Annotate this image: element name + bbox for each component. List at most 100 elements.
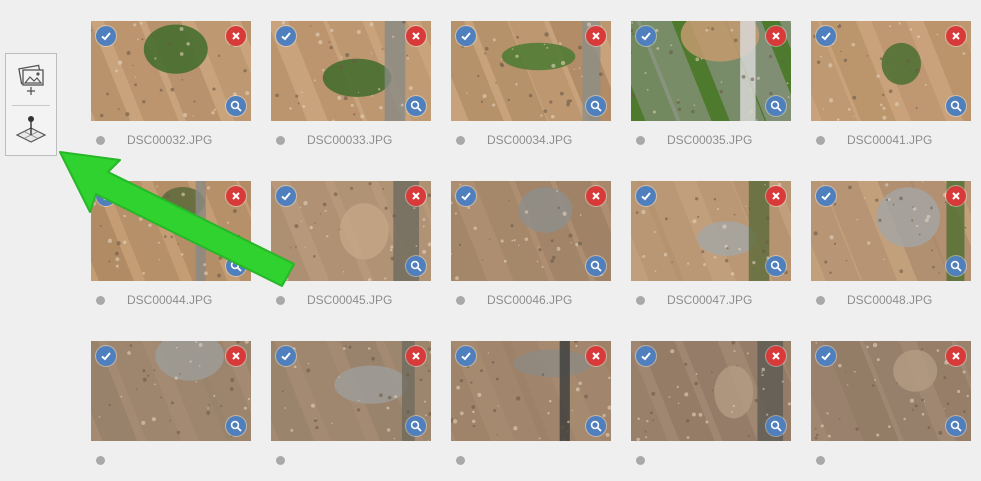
zoom-magnifier-icon[interactable]	[226, 416, 246, 436]
selected-check-icon[interactable]	[456, 346, 476, 366]
add-images-icon	[18, 64, 44, 95]
image-tile[interactable]: DSC00046.JPG	[451, 181, 611, 321]
zoom-magnifier-icon[interactable]	[946, 96, 966, 116]
image-tile[interactable]	[451, 341, 611, 481]
zoom-magnifier-icon[interactable]	[406, 416, 426, 436]
image-thumbnail[interactable]	[271, 181, 431, 281]
zoom-magnifier-icon[interactable]	[586, 256, 606, 276]
selected-check-icon[interactable]	[816, 26, 836, 46]
status-dot	[816, 456, 825, 465]
add-images-button[interactable]	[8, 56, 54, 102]
remove-image-icon[interactable]	[946, 26, 966, 46]
zoom-magnifier-icon[interactable]	[766, 256, 786, 276]
zoom-magnifier-icon[interactable]	[586, 416, 606, 436]
image-thumbnail[interactable]	[451, 21, 611, 121]
remove-image-icon[interactable]	[586, 26, 606, 46]
status-dot	[96, 136, 105, 145]
image-caption	[91, 441, 251, 481]
status-dot	[636, 296, 645, 305]
status-dot	[456, 456, 465, 465]
selected-check-icon[interactable]	[816, 186, 836, 206]
image-tile[interactable]	[91, 341, 251, 481]
image-tile[interactable]: DSC00044.JPG	[91, 181, 251, 321]
image-tile[interactable]: DSC00047.JPG	[631, 181, 791, 321]
zoom-magnifier-icon[interactable]	[766, 96, 786, 116]
selected-check-icon[interactable]	[96, 26, 116, 46]
image-thumbnail[interactable]	[91, 21, 251, 121]
image-filename: DSC00033.JPG	[307, 133, 393, 147]
selected-check-icon[interactable]	[456, 26, 476, 46]
remove-image-icon[interactable]	[226, 186, 246, 206]
image-caption: DSC00033.JPG	[271, 121, 431, 161]
image-thumbnail[interactable]	[91, 341, 251, 441]
selected-check-icon[interactable]	[636, 346, 656, 366]
image-filename: DSC00044.JPG	[127, 293, 213, 307]
status-dot	[276, 296, 285, 305]
image-thumbnail[interactable]	[271, 21, 431, 121]
image-thumbnail[interactable]	[271, 341, 431, 441]
image-tile[interactable]: DSC00045.JPG	[271, 181, 431, 321]
image-filename: DSC00041.JPG	[847, 133, 933, 147]
status-dot	[636, 136, 645, 145]
zoom-magnifier-icon[interactable]	[766, 416, 786, 436]
image-thumbnail[interactable]	[811, 181, 971, 281]
remove-image-icon[interactable]	[226, 26, 246, 46]
remove-image-icon[interactable]	[406, 346, 426, 366]
image-tile[interactable]: DSC00033.JPG	[271, 21, 431, 161]
image-caption: DSC00035.JPG	[631, 121, 791, 161]
remove-image-icon[interactable]	[406, 26, 426, 46]
remove-image-icon[interactable]	[586, 186, 606, 206]
gcp-button[interactable]	[8, 106, 54, 152]
image-caption: DSC00048.JPG	[811, 281, 971, 321]
zoom-magnifier-icon[interactable]	[586, 96, 606, 116]
image-thumbnail[interactable]	[631, 181, 791, 281]
zoom-magnifier-icon[interactable]	[946, 416, 966, 436]
remove-image-icon[interactable]	[946, 186, 966, 206]
image-tile[interactable]: DSC00041.JPG	[811, 21, 971, 161]
zoom-magnifier-icon[interactable]	[406, 256, 426, 276]
image-caption: DSC00034.JPG	[451, 121, 611, 161]
zoom-magnifier-icon[interactable]	[406, 96, 426, 116]
remove-image-icon[interactable]	[406, 186, 426, 206]
image-tile[interactable]	[811, 341, 971, 481]
image-tile[interactable]: DSC00032.JPG	[91, 21, 251, 161]
selected-check-icon[interactable]	[96, 346, 116, 366]
selected-check-icon[interactable]	[276, 26, 296, 46]
image-tile[interactable]: DSC00048.JPG	[811, 181, 971, 321]
zoom-magnifier-icon[interactable]	[946, 256, 966, 276]
selected-check-icon[interactable]	[276, 186, 296, 206]
remove-image-icon[interactable]	[946, 346, 966, 366]
image-filename: DSC00034.JPG	[487, 133, 573, 147]
status-dot	[456, 136, 465, 145]
image-tile[interactable]: DSC00035.JPG	[631, 21, 791, 161]
selected-check-icon[interactable]	[96, 186, 116, 206]
image-thumbnail[interactable]	[631, 341, 791, 441]
image-thumbnail[interactable]	[451, 341, 611, 441]
remove-image-icon[interactable]	[226, 346, 246, 366]
remove-image-icon[interactable]	[766, 26, 786, 46]
selected-check-icon[interactable]	[276, 346, 296, 366]
remove-image-icon[interactable]	[586, 346, 606, 366]
zoom-magnifier-icon[interactable]	[226, 96, 246, 116]
selected-check-icon[interactable]	[456, 186, 476, 206]
selected-check-icon[interactable]	[636, 186, 656, 206]
remove-image-icon[interactable]	[766, 186, 786, 206]
image-thumbnail[interactable]	[631, 21, 791, 121]
image-filename: DSC00045.JPG	[307, 293, 393, 307]
image-tile[interactable]	[631, 341, 791, 481]
status-dot	[276, 456, 285, 465]
image-tile[interactable]	[271, 341, 431, 481]
image-caption	[271, 441, 431, 481]
zoom-magnifier-icon[interactable]	[226, 256, 246, 276]
image-thumbnail[interactable]	[91, 181, 251, 281]
status-dot	[816, 296, 825, 305]
image-thumbnail[interactable]	[451, 181, 611, 281]
image-filename: DSC00046.JPG	[487, 293, 573, 307]
image-thumbnail[interactable]	[811, 341, 971, 441]
selected-check-icon[interactable]	[816, 346, 836, 366]
selected-check-icon[interactable]	[636, 26, 656, 46]
remove-image-icon[interactable]	[766, 346, 786, 366]
image-tile[interactable]: DSC00034.JPG	[451, 21, 611, 161]
image-thumbnail[interactable]	[811, 21, 971, 121]
gcp-map-pin-icon	[15, 116, 47, 143]
